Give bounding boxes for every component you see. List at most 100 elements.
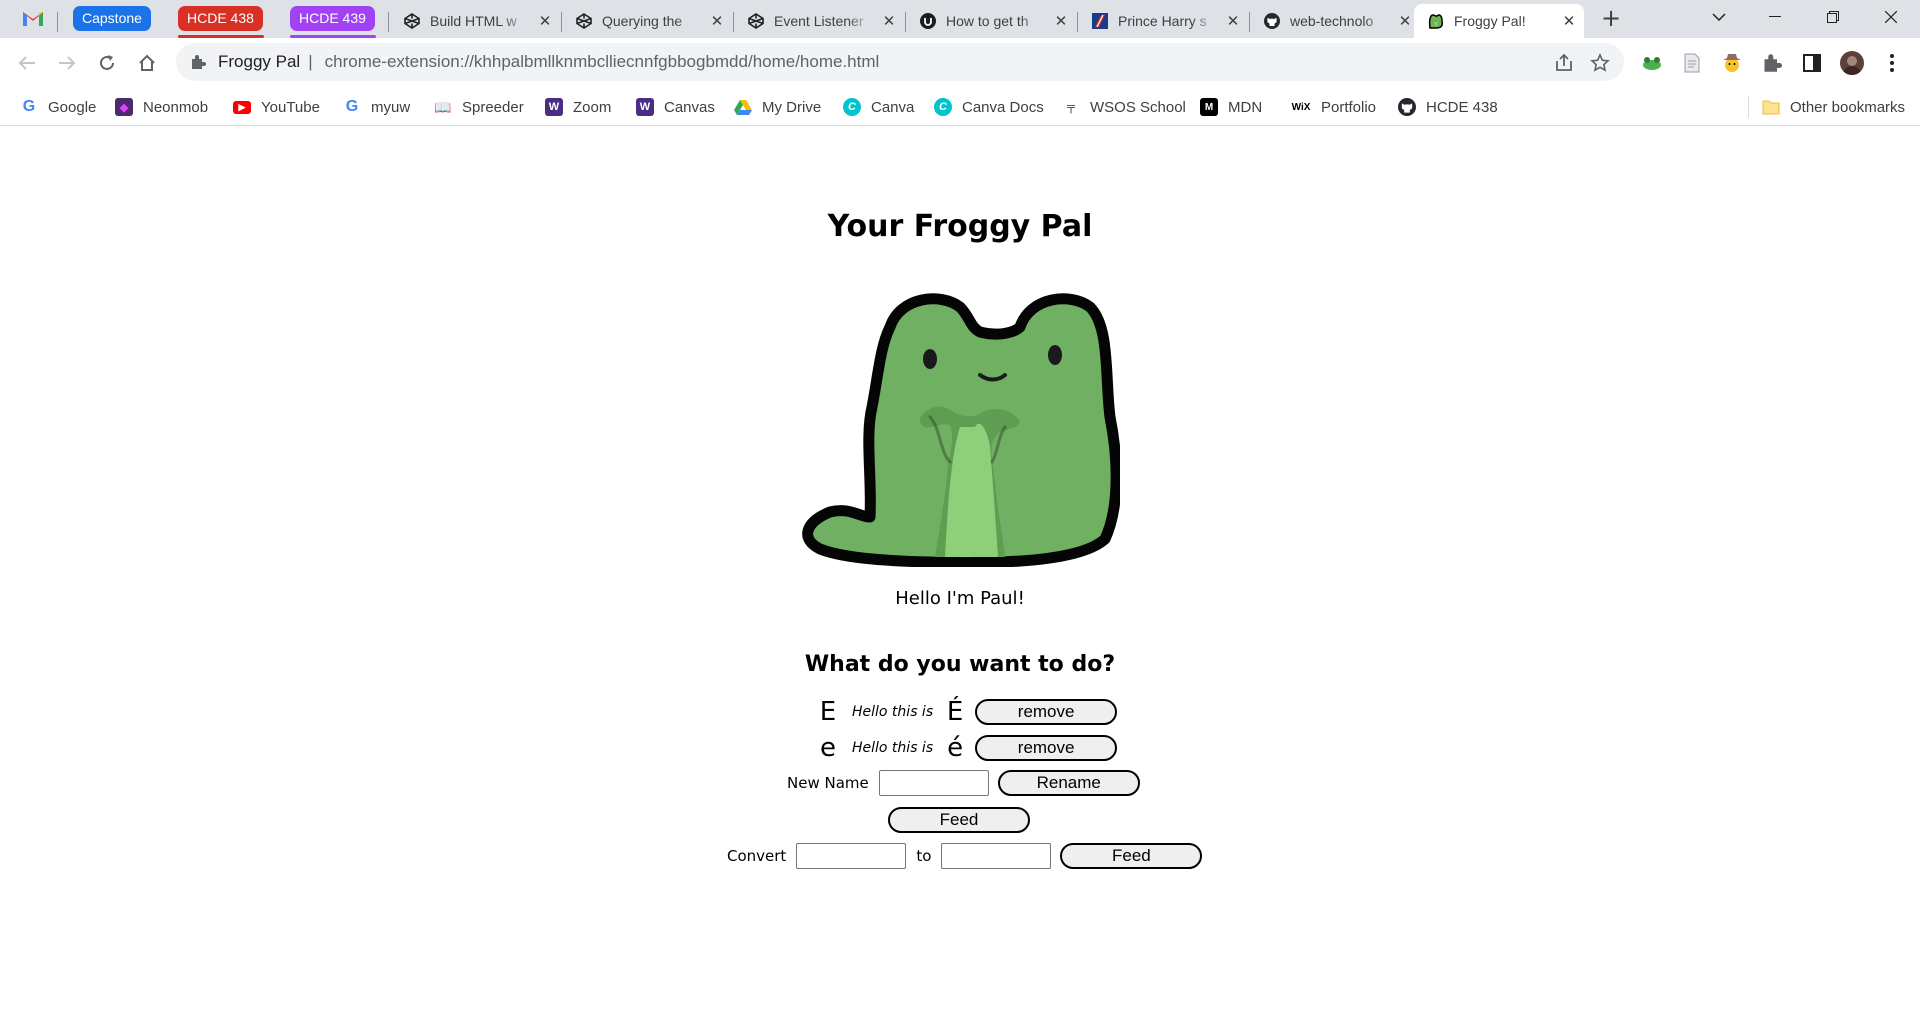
home-icon[interactable] [133, 49, 161, 77]
tab-froggy-pal[interactable]: Froggy Pal! ✕ [1414, 4, 1584, 38]
mdn-icon: M [1200, 98, 1218, 116]
frog-extension-icon[interactable] [1640, 51, 1664, 75]
convert-feed-button[interactable]: Feed [1060, 843, 1203, 869]
gmail-icon[interactable] [22, 9, 44, 27]
bookmark-zoom[interactable]: W Zoom [545, 96, 611, 118]
rename-button[interactable]: Rename [997, 770, 1140, 796]
codepen-icon [576, 13, 592, 29]
bookmark-neonmob[interactable]: ◆ Neonmob [115, 96, 208, 118]
restore-icon[interactable] [1810, 0, 1856, 34]
minimize-icon[interactable] [1752, 0, 1798, 34]
tab-strip: Capstone HCDE 438 HCDE 439 Build HTML w … [0, 0, 1920, 38]
bookmark-myuw[interactable]: Gmyuw [343, 96, 410, 118]
bookmark-youtube[interactable]: ▶ YouTube [233, 96, 320, 118]
address-bar[interactable]: Froggy Pal | chrome-extension://khhpalbm… [176, 43, 1624, 81]
tab-build-html[interactable]: Build HTML w ✕ [390, 4, 562, 38]
bookmark-portfolio[interactable]: WiX Portfolio [1291, 96, 1376, 118]
side-panel-icon[interactable] [1800, 51, 1824, 75]
wsos-icon: ╤ [1067, 101, 1075, 113]
char-after: É [946, 697, 964, 727]
row-text: Hello this is [852, 740, 934, 756]
extensions-puzzle-icon[interactable] [1760, 51, 1784, 75]
rename-row: New Name Rename [787, 770, 1140, 796]
folder-icon [1762, 98, 1780, 116]
close-icon[interactable]: ✕ [1396, 12, 1414, 30]
browser-menu-icon[interactable] [1880, 51, 1904, 75]
tab-event-listener[interactable]: Event Listener ✕ [734, 4, 906, 38]
back-icon[interactable] [13, 49, 41, 77]
close-icon[interactable]: ✕ [708, 12, 726, 30]
remove-button[interactable]: remove [975, 735, 1118, 761]
browser-toolbar: Froggy Pal | chrome-extension://khhpalbm… [0, 38, 1920, 88]
news-icon [1092, 13, 1108, 29]
remove-button[interactable]: remove [975, 699, 1118, 725]
w-icon: W [636, 98, 654, 116]
profile-avatar[interactable] [1840, 51, 1864, 75]
frog-greeting: Hello I'm Paul! [895, 588, 1025, 609]
accent-row-lowercase: e Hello this is é remove [818, 733, 1118, 763]
close-icon[interactable]: ✕ [1052, 12, 1070, 30]
forward-icon[interactable] [53, 49, 81, 77]
bookmark-google[interactable]: G Google [20, 96, 97, 118]
book-icon: 📖 [434, 98, 452, 115]
bookmark-canva[interactable]: C Canva [843, 96, 914, 118]
char-before: e [820, 733, 836, 763]
new-name-input[interactable] [878, 770, 989, 796]
github-icon [1264, 13, 1280, 29]
close-icon[interactable]: ✕ [1560, 12, 1578, 30]
close-window-icon[interactable] [1868, 0, 1914, 34]
codepen-icon [404, 13, 420, 29]
codepen-icon [748, 13, 764, 29]
extension-icon [192, 55, 206, 69]
cowboy-extension-icon[interactable] [1720, 51, 1744, 75]
tab-group-capstone[interactable]: Capstone [73, 6, 151, 31]
bookmark-wsos-school[interactable]: ╤ WSOS School [1062, 96, 1186, 118]
tab-querying[interactable]: Querying the ✕ [562, 4, 734, 38]
site-name: Froggy Pal [218, 52, 301, 71]
tab-prince-harry[interactable]: Prince Harry s ✕ [1078, 4, 1250, 38]
bookmarks-bar: G Google ◆ Neonmob ▶ YouTube Gmyuw 📖 Spreede… [0, 88, 1920, 126]
convert-from-input[interactable] [796, 843, 907, 869]
tab-group-hcde438[interactable]: HCDE 438 [178, 6, 263, 31]
udemy-icon [920, 13, 936, 29]
new-tab-button[interactable]: + [1598, 6, 1624, 32]
page-title: Your Froggy Pal [827, 209, 1093, 244]
row-text: Hello this is [852, 704, 934, 720]
convert-to-input[interactable] [941, 843, 1052, 869]
char-after: é [947, 733, 964, 763]
bookmark-hcde438[interactable]: HCDE 438 [1398, 96, 1498, 118]
frog-icon [1428, 13, 1444, 29]
bookmark-my-drive[interactable]: My Drive [734, 96, 821, 118]
close-icon[interactable]: ✕ [1224, 12, 1242, 30]
bookmark-star-icon[interactable] [1590, 53, 1610, 73]
tab-udemy[interactable]: How to get th ✕ [906, 4, 1078, 38]
close-icon[interactable]: ✕ [536, 12, 554, 30]
document-extension-icon[interactable] [1680, 51, 1704, 75]
close-icon[interactable]: ✕ [880, 12, 898, 30]
url-text[interactable]: chrome-extension://khhpalbmllknmbclliecn… [325, 52, 880, 72]
new-name-label: New Name [787, 774, 869, 792]
share-icon[interactable] [1554, 53, 1574, 73]
bookmark-canva-docs[interactable]: C Canva Docs [934, 96, 1044, 118]
github-icon [1398, 98, 1416, 116]
google-icon: G [345, 98, 359, 115]
bookmark-spreeder[interactable]: 📖 Spreeder [434, 96, 523, 118]
youtube-icon: ▶ [233, 100, 251, 114]
convert-row: Convert to Feed [727, 843, 1203, 869]
char-before: E [819, 697, 837, 727]
canva-icon: C [934, 98, 952, 116]
tab-group-hcde439[interactable]: HCDE 439 [290, 6, 375, 31]
frog-image [802, 293, 1120, 567]
tab-search-icon[interactable] [1696, 0, 1742, 34]
bookmark-canvas[interactable]: W Canvas [636, 96, 715, 118]
other-bookmarks[interactable]: Other bookmarks [1762, 96, 1905, 118]
tab-web-technologies[interactable]: web-technolo ✕ [1250, 4, 1422, 38]
convert-to-label: to [916, 847, 932, 865]
canva-icon: C [843, 98, 861, 116]
bookmark-mdn[interactable]: M MDN [1200, 96, 1262, 118]
reload-icon[interactable] [93, 49, 121, 77]
feed-button[interactable]: Feed [888, 807, 1030, 833]
google-icon: G [22, 98, 36, 115]
froggy-pal-page: Your Froggy Pal Hello I'm Paul! What do … [0, 127, 1920, 1026]
convert-label: Convert [727, 847, 787, 865]
